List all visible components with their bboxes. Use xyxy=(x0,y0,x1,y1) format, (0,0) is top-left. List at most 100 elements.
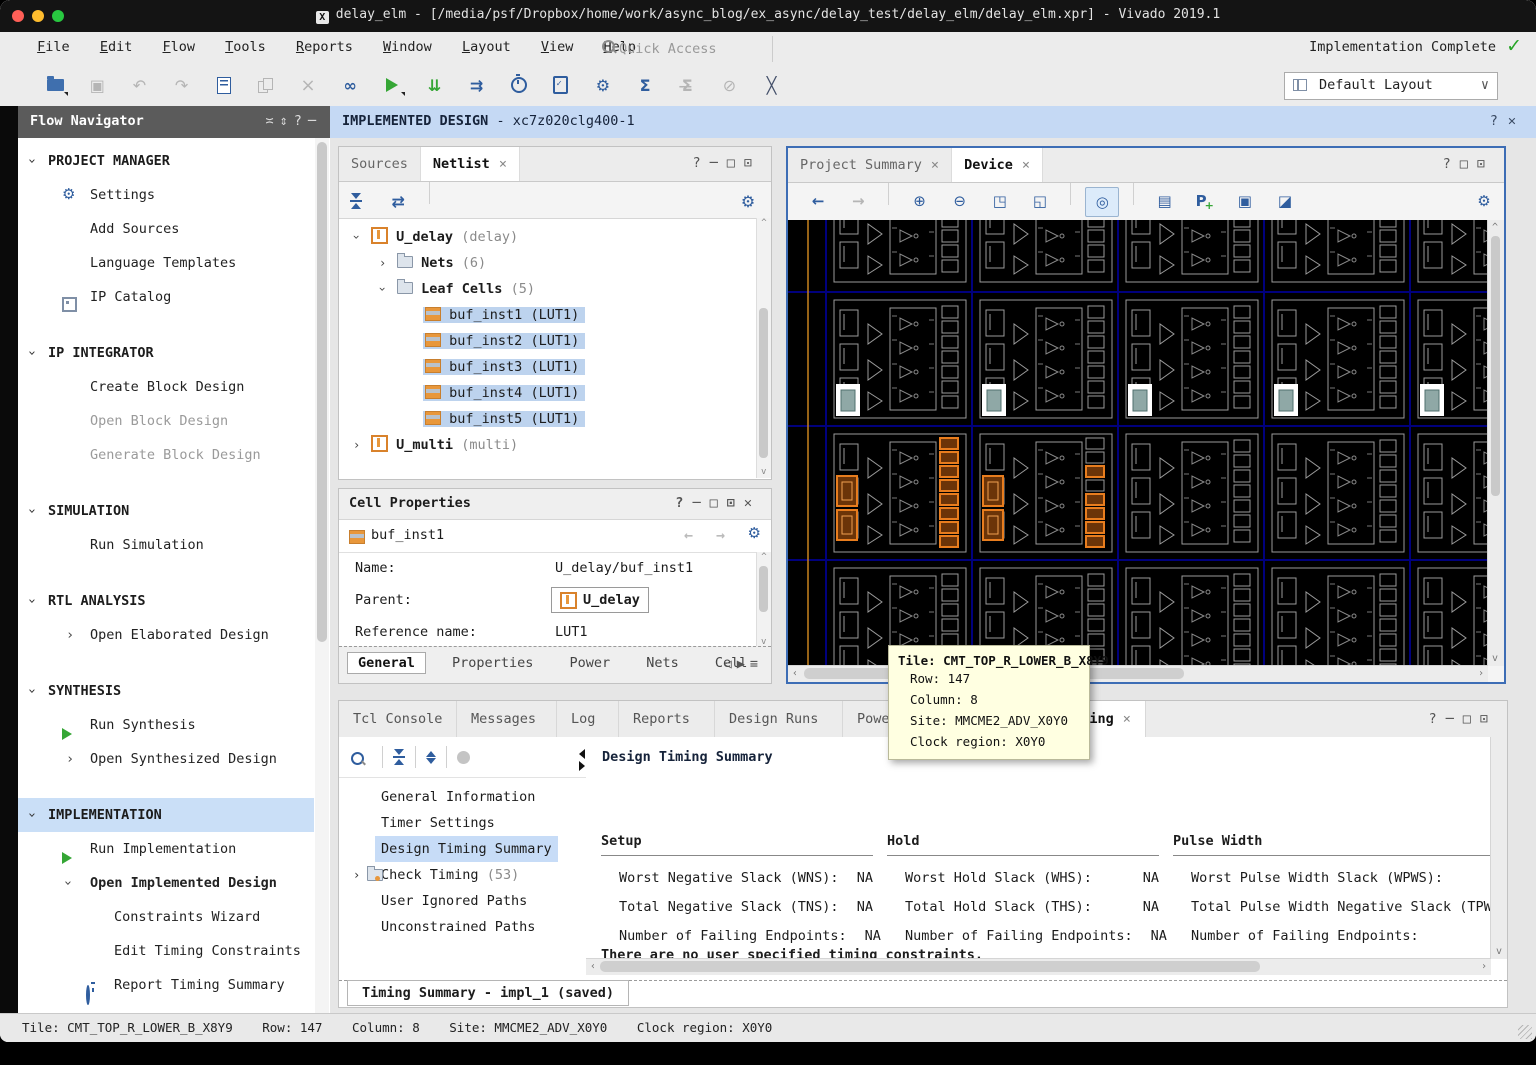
tab-design-runs[interactable]: Design Runs xyxy=(715,701,843,737)
collapse-all-icon[interactable]: ≍ xyxy=(265,113,279,129)
sidebar-item-report-clock-networks[interactable]: Report Clock Networks xyxy=(18,1002,314,1013)
nav-general-information[interactable]: General Information xyxy=(339,784,586,810)
undo-icon[interactable]: ↶ xyxy=(122,70,156,100)
sidebar-item-language-templates[interactable]: Language Templates xyxy=(18,246,314,280)
sidebar-scrollbar[interactable] xyxy=(315,138,329,1013)
report-button[interactable] xyxy=(207,70,241,100)
routing-resources-icon[interactable]: ▤ xyxy=(1149,187,1181,215)
tree-item-u-delay[interactable]: › U_delay (delay) xyxy=(339,224,757,250)
tab-properties[interactable]: Properties xyxy=(442,653,543,673)
tree-item-buf-inst5[interactable]: buf_inst5 (LUT1) xyxy=(339,406,757,432)
float-panel-icon[interactable]: ⊡ xyxy=(1477,156,1494,172)
cell-properties-scrollbar[interactable]: ^v xyxy=(756,552,771,647)
sidebar-item-create-block-design[interactable]: Create Block Design xyxy=(18,370,314,404)
menu-view[interactable]: View xyxy=(530,32,585,55)
tree-item-u-multi[interactable]: › U_multi (multi) xyxy=(339,432,757,458)
sidebar-item-run-implementation[interactable]: Run Implementation xyxy=(18,832,314,866)
sidebar-item-settings[interactable]: ⚙Settings xyxy=(18,178,314,212)
close-icon[interactable]: × xyxy=(499,156,507,172)
close-icon[interactable]: × xyxy=(931,157,939,173)
flow-section-simulation[interactable]: ›SIMULATION xyxy=(18,494,314,528)
minimize-panel-icon[interactable]: ─ xyxy=(1446,711,1463,727)
sidebar-item-open-implemented-design[interactable]: ›Open Implemented Design xyxy=(18,866,314,900)
maximize-panel-icon[interactable]: □ xyxy=(1460,156,1477,172)
nav-timer-settings[interactable]: Timer Settings xyxy=(339,810,586,836)
flow-section-synthesis[interactable]: ›SYNTHESIS xyxy=(18,674,314,708)
tab-project-summary[interactable]: Project Summary× xyxy=(788,148,952,182)
sum-button[interactable]: Σ xyxy=(628,70,662,100)
layout-selector[interactable]: Default Layout ∨ xyxy=(1284,72,1498,100)
tab-general[interactable]: General xyxy=(347,652,426,674)
device-settings-icon[interactable]: ⚙ xyxy=(1468,187,1500,215)
sidebar-item-open-elaborated-design[interactable]: ›Open Elaborated Design xyxy=(18,618,314,652)
nav-user-ignored-paths[interactable]: User Ignored Paths xyxy=(339,888,586,914)
sidebar-item-run-synthesis[interactable]: Run Synthesis xyxy=(18,708,314,742)
menu-file[interactable]: File xyxy=(26,32,81,55)
open-project-button[interactable] xyxy=(38,70,72,100)
tab-list-icon[interactable]: ≡ xyxy=(750,656,763,672)
attach-button[interactable]: ⊘ xyxy=(712,70,746,100)
close-icon[interactable]: × xyxy=(1123,711,1131,727)
menu-edit[interactable]: Edit xyxy=(89,32,144,55)
flow-section-implementation[interactable]: ›IMPLEMENTATION xyxy=(18,798,314,832)
cell-drag-icon[interactable]: ◪ xyxy=(1269,187,1301,215)
next-object-button[interactable]: → xyxy=(716,526,725,544)
flow-section-rtl-analysis[interactable]: ›RTL ANALYSIS xyxy=(18,584,314,618)
device-view[interactable] xyxy=(788,220,1488,666)
minimize-panel-icon[interactable]: ─ xyxy=(710,155,727,171)
gear-icon[interactable]: ⚙ xyxy=(748,526,761,541)
float-panel-icon[interactable]: ⊡ xyxy=(744,155,761,171)
scroll-tabs-left-icon[interactable]: ◁ xyxy=(724,656,737,672)
elaborate-button[interactable]: ⇉ xyxy=(460,70,494,100)
delete-button[interactable]: × xyxy=(291,70,325,100)
search-icon[interactable] xyxy=(351,752,364,765)
run-button[interactable] xyxy=(375,70,409,100)
sidebar-item-add-sources[interactable]: Add Sources xyxy=(18,212,314,246)
sidebar-item-edit-timing-constraints[interactable]: Edit Timing Constraints xyxy=(18,934,314,968)
menu-tools[interactable]: Tools xyxy=(214,32,277,55)
timing-vscrollbar[interactable]: v xyxy=(1490,737,1507,959)
copy-button[interactable] xyxy=(249,70,283,100)
find-button[interactable]: ∞ xyxy=(333,70,367,100)
tree-item-buf-inst4[interactable]: buf_inst4 (LUT1) xyxy=(339,380,757,406)
minimize-panel-icon[interactable]: ─ xyxy=(692,495,709,511)
scroll-tabs-right-icon[interactable]: ▶ xyxy=(737,656,750,672)
menu-window[interactable]: Window xyxy=(372,32,443,55)
tab-power[interactable]: Power xyxy=(559,653,620,673)
tab-device[interactable]: Device× xyxy=(952,148,1043,182)
collapse-all-icon[interactable] xyxy=(393,749,405,765)
zoom-fit-icon[interactable]: ◳ xyxy=(984,187,1016,215)
tab-nets[interactable]: Nets xyxy=(636,653,689,673)
tab-log[interactable]: Log xyxy=(557,701,619,737)
draw-pblock-icon[interactable]: ▣ xyxy=(1229,187,1261,215)
quick-access-search[interactable]: Quick Access xyxy=(600,37,768,61)
maximize-panel-icon[interactable]: □ xyxy=(1463,711,1480,727)
collapse-all-button[interactable] xyxy=(339,186,373,216)
nav-check-timing[interactable]: ›Check Timing (53) xyxy=(339,862,586,888)
help-icon[interactable]: ? xyxy=(692,155,709,171)
device-vscrollbar[interactable]: ^ v xyxy=(1487,220,1504,666)
parent-link[interactable]: U_delay xyxy=(551,587,649,613)
tab-tcl-console[interactable]: Tcl Console xyxy=(339,701,457,737)
minimize-panel-icon[interactable]: ─ xyxy=(308,113,322,129)
resize-grip[interactable] xyxy=(1518,1025,1532,1039)
flow-section-project-manager[interactable]: ›PROJECT MANAGER xyxy=(18,144,314,178)
tree-item-nets[interactable]: › Nets (6) xyxy=(339,250,757,276)
save-button[interactable]: ▣ xyxy=(80,70,114,100)
help-icon[interactable]: ? xyxy=(1443,156,1460,172)
float-panel-icon[interactable]: ⊡ xyxy=(727,495,744,511)
help-icon[interactable]: ? xyxy=(675,495,692,511)
nav-unconstrained-paths[interactable]: Unconstrained Paths xyxy=(339,914,586,940)
tree-item-leaf-cells[interactable]: › Leaf Cells (5) xyxy=(339,276,757,302)
close-icon[interactable]: ✕ xyxy=(744,495,761,511)
menu-flow[interactable]: Flow xyxy=(151,32,206,55)
netlist-settings-button[interactable]: ⚙ xyxy=(731,186,765,216)
help-icon[interactable]: ? xyxy=(1428,711,1445,727)
previous-object-button[interactable]: ← xyxy=(684,526,693,544)
tab-sources[interactable]: Sources xyxy=(339,147,421,181)
splitter-toggle[interactable] xyxy=(579,747,585,773)
help-icon[interactable]: ? xyxy=(294,113,308,129)
close-icon[interactable]: × xyxy=(1022,157,1030,173)
menu-reports[interactable]: Reports xyxy=(285,32,364,55)
tree-item-buf-inst1[interactable]: buf_inst1 (LUT1) xyxy=(339,302,757,328)
